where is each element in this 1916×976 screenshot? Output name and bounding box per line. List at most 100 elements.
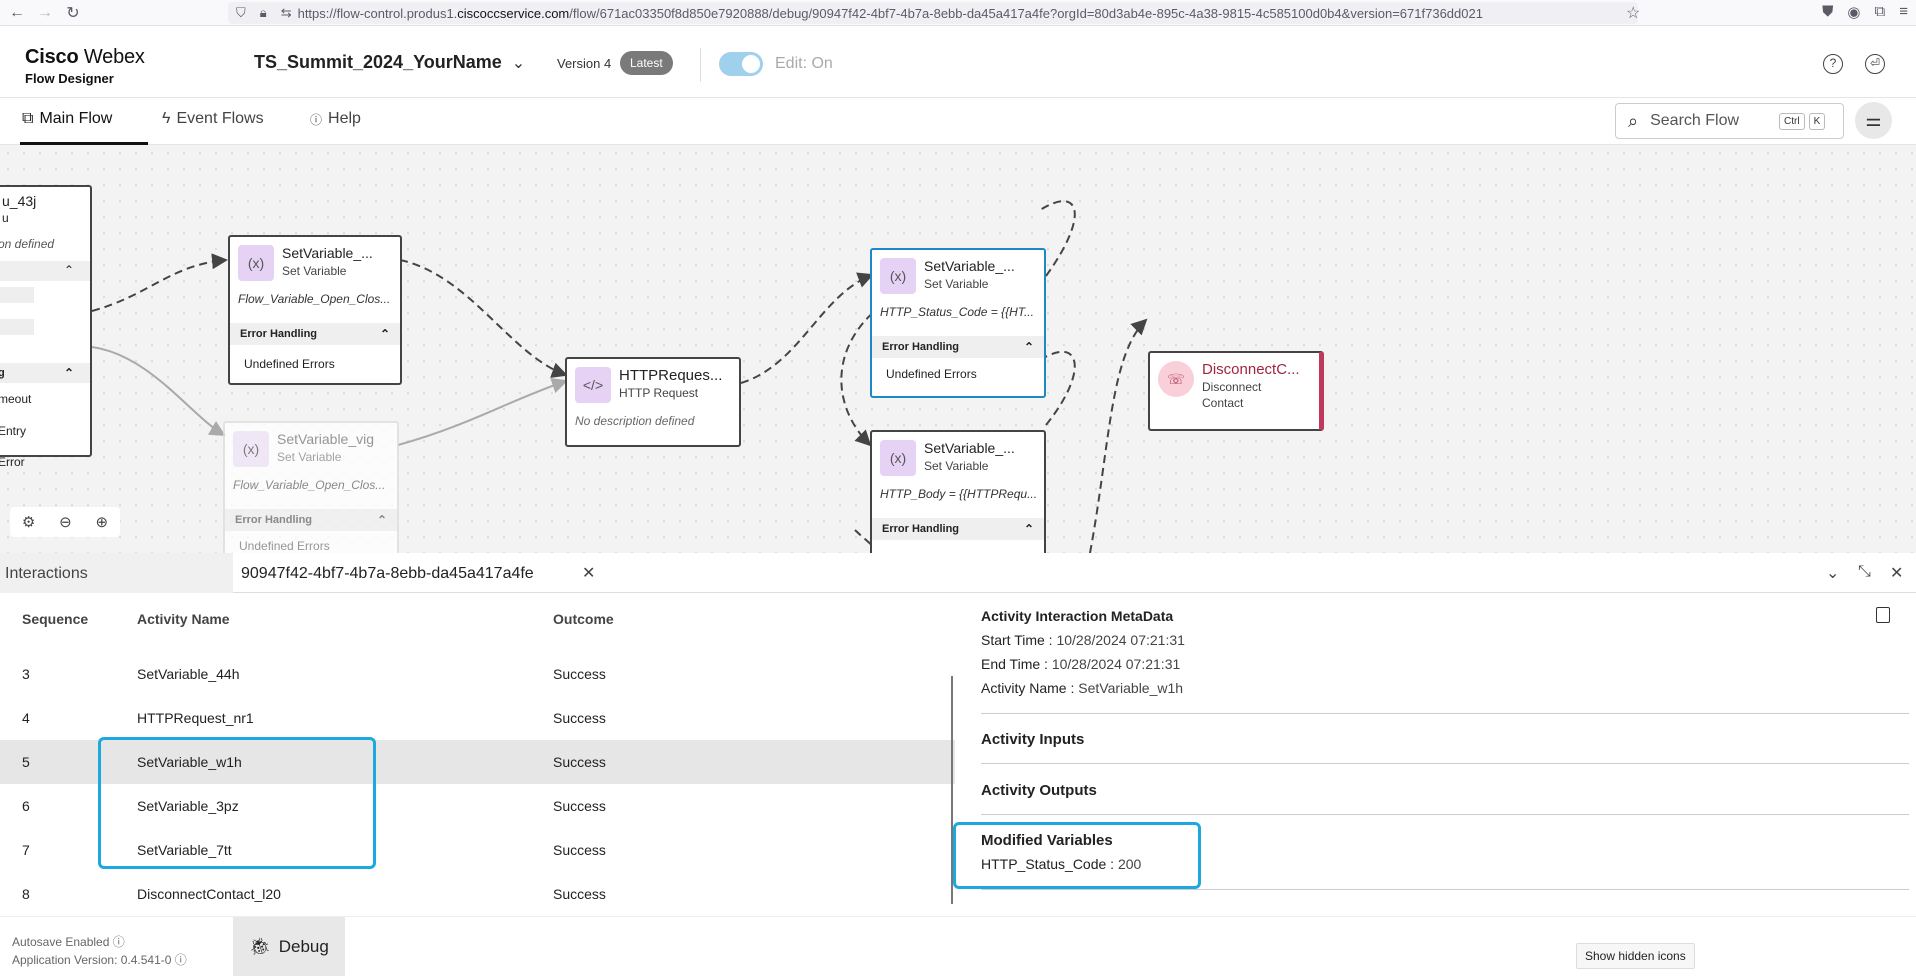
node-type: Set Variable <box>924 459 989 473</box>
address-bar[interactable]: ⛉ 🔒︎ ⇆ https://flow-control.produs1.cisc… <box>228 2 1638 24</box>
tab-event-flows[interactable]: ϟ Event Flows <box>162 110 264 128</box>
node-desc: Flow_Variable_Open_Clos... <box>238 292 391 306</box>
brand-logo: Cisco Webex Flow Designer <box>25 46 145 86</box>
tab-help[interactable]: ⓘ Help <box>310 110 361 128</box>
node-sub: u <box>2 211 9 225</box>
debug-button[interactable]: 🐞︎ Debug <box>233 917 345 976</box>
error-handling-header[interactable]: Error Handling ⌃ <box>225 509 397 531</box>
variable-icon: (x) <box>233 431 269 467</box>
back-arrow-icon[interactable]: ← <box>6 4 28 22</box>
forward-arrow-icon[interactable]: → <box>34 4 56 22</box>
node-setvariable-vig[interactable]: (x) SetVariable_vig Set Variable Flow_Va… <box>223 421 399 553</box>
node-title: HTTPReques... <box>619 367 723 384</box>
search-flow-input[interactable]: ⌕ Search Flow Ctrl K <box>1615 103 1844 139</box>
node-item: Error <box>0 455 25 469</box>
divider <box>981 814 1909 815</box>
error-handling-header[interactable]: Error Handling ⌃ <box>230 323 400 345</box>
activity-inputs-section[interactable]: Activity Inputs <box>981 731 1084 748</box>
node-title: SetVariable_vig <box>277 431 375 447</box>
table-header: Sequence Activity Name Outcome <box>0 593 955 641</box>
edit-toggle[interactable] <box>719 52 763 76</box>
node-desc: on defined <box>0 237 55 251</box>
zoom-in-icon[interactable]: ⊕ <box>96 513 109 531</box>
undefined-errors: Undefined Errors <box>886 367 977 381</box>
undefined-errors: Undefined Errors <box>239 539 330 553</box>
flow-tabs: ⧉ Main Flow ϟ Event Flows ⓘ Help ⌕ Searc… <box>0 98 1916 145</box>
tab-main-flow[interactable]: ⧉ Main Flow <box>22 110 112 128</box>
node-disconnect-contact[interactable]: ☏ DisconnectC... Disconnect Contact <box>1148 351 1324 431</box>
node-type: HTTP Request <box>619 386 699 400</box>
node-type: Set Variable <box>277 450 342 464</box>
node-title: DisconnectC... <box>1202 361 1300 378</box>
account-icon[interactable]: ◉ <box>1847 3 1860 21</box>
pocket-icon[interactable]: ⛊ <box>1822 3 1833 21</box>
footer: Autosave Enabled ⓘ Application Version: … <box>0 916 1916 976</box>
flow-name: TS_Summit_2024_YourName <box>254 52 502 72</box>
copy-icon[interactable] <box>1876 607 1890 623</box>
variable-icon: (x) <box>238 245 274 281</box>
variable-icon: (x) <box>880 258 916 294</box>
menu-icon[interactable]: ≡ <box>1899 3 1908 21</box>
filter-settings-button[interactable]: ⚌ <box>1855 102 1892 139</box>
flow-name-dropdown[interactable]: TS_Summit_2024_YourName ⌄ <box>254 52 525 73</box>
flow-canvas[interactable]: u_43j u on defined ⌃ g ⌃ meout Entry Erro… <box>0 145 1916 553</box>
lightning-icon: ϟ <box>162 110 171 127</box>
node-section-header: ⌃ <box>0 261 90 281</box>
node-setvariable-selected[interactable]: (x) SetVariable_... Set Variable HTTP_St… <box>870 248 1046 398</box>
node-desc: HTTP_Status_Code = {{HT... <box>880 305 1034 319</box>
chevron-down-icon: ⌄ <box>511 54 526 72</box>
placeholder-bar <box>0 287 34 303</box>
app-header: Cisco Webex Flow Designer TS_Summit_2024… <box>0 26 1916 98</box>
close-panel-icon[interactable]: ✕ <box>1890 563 1903 583</box>
node-type: Set Variable <box>924 277 989 291</box>
table-row[interactable]: 4 HTTPRequest_nr1 Success <box>0 696 955 740</box>
node-type: Disconnect <box>1202 380 1262 394</box>
permissions-icon: ⇆ <box>280 5 292 20</box>
zoom-out-icon[interactable]: ⊖ <box>59 513 72 531</box>
gear-icon[interactable]: ⚙ <box>22 513 35 531</box>
autosave-status: Autosave Enabled ⓘ <box>12 935 125 949</box>
lock-icon: 🔒︎ <box>259 5 267 20</box>
activity-outputs-section[interactable]: Activity Outputs <box>981 782 1097 799</box>
collapse-icon[interactable]: ⌄ <box>1826 563 1839 583</box>
error-handling-header[interactable]: Error Handling ⌃ <box>872 518 1044 540</box>
node-type: Contact <box>1202 396 1244 410</box>
node-setvariable-1[interactable]: (x) SetVariable_... Set Variable Flow_Va… <box>228 235 402 385</box>
edit-label: Edit: On <box>775 55 833 72</box>
node-desc: HTTP_Body = {{HTTPRequ... <box>880 487 1038 501</box>
error-handling-header[interactable]: Error Handling ⌃ <box>872 336 1044 358</box>
annotation-box-activities <box>98 737 376 869</box>
annotation-box-modified <box>953 822 1201 889</box>
version-label: Version 4 <box>557 56 612 71</box>
col-activity-name: Activity Name <box>137 611 230 627</box>
divider <box>981 763 1909 764</box>
table-row[interactable]: 3 SetVariable_44h Success <box>0 652 955 696</box>
activity-name: Activity Name : SetVariable_w1h <box>981 680 1184 696</box>
bookmark-star-icon[interactable]: ☆ <box>1626 3 1640 23</box>
chevron-up-icon: ⌃ <box>379 327 390 341</box>
search-icon: ⌕ <box>1628 110 1639 131</box>
exit-icon[interactable]: ⏎ <box>1865 54 1885 74</box>
node-setvariable-body[interactable]: (x) SetVariable_... Set Variable HTTP_Bo… <box>870 430 1046 553</box>
divider <box>981 713 1909 714</box>
node-http-request[interactable]: </> HTTPReques... HTTP Request No descri… <box>565 357 741 447</box>
help-icon[interactable]: ? <box>1823 54 1843 74</box>
table-row[interactable]: 8 DisconnectContact_l20 Success <box>0 872 955 916</box>
node-title: SetVariable_... <box>282 245 373 261</box>
shield-icon: ⛉ <box>236 5 246 20</box>
expand-icon[interactable]: ⤡ <box>1858 563 1871 581</box>
bug-icon: 🐞︎ <box>249 936 271 956</box>
tab-interaction-id[interactable]: 90947f42-4bf7-4b7a-8ebb-da45a417a4fe <box>241 565 534 583</box>
close-icon[interactable]: ✕ <box>582 563 595 583</box>
extensions-icon[interactable]: ⧉ <box>1875 3 1886 21</box>
divider <box>981 889 1909 890</box>
undefined-errors: Undefined Errors <box>244 357 335 371</box>
partial-node[interactable]: u_43j u on defined ⌃ g ⌃ meout Entry Erro… <box>0 185 92 469</box>
info-icon: ⓘ <box>112 935 125 949</box>
kbd-k: K <box>1808 112 1826 130</box>
tab-interactions[interactable]: Interactions <box>0 553 233 593</box>
col-sequence: Sequence <box>22 611 89 627</box>
node-desc: Flow_Variable_Open_Clos... <box>233 478 386 492</box>
kbd-ctrl: Ctrl <box>1779 112 1805 130</box>
reload-icon[interactable]: ↻ <box>62 3 84 23</box>
